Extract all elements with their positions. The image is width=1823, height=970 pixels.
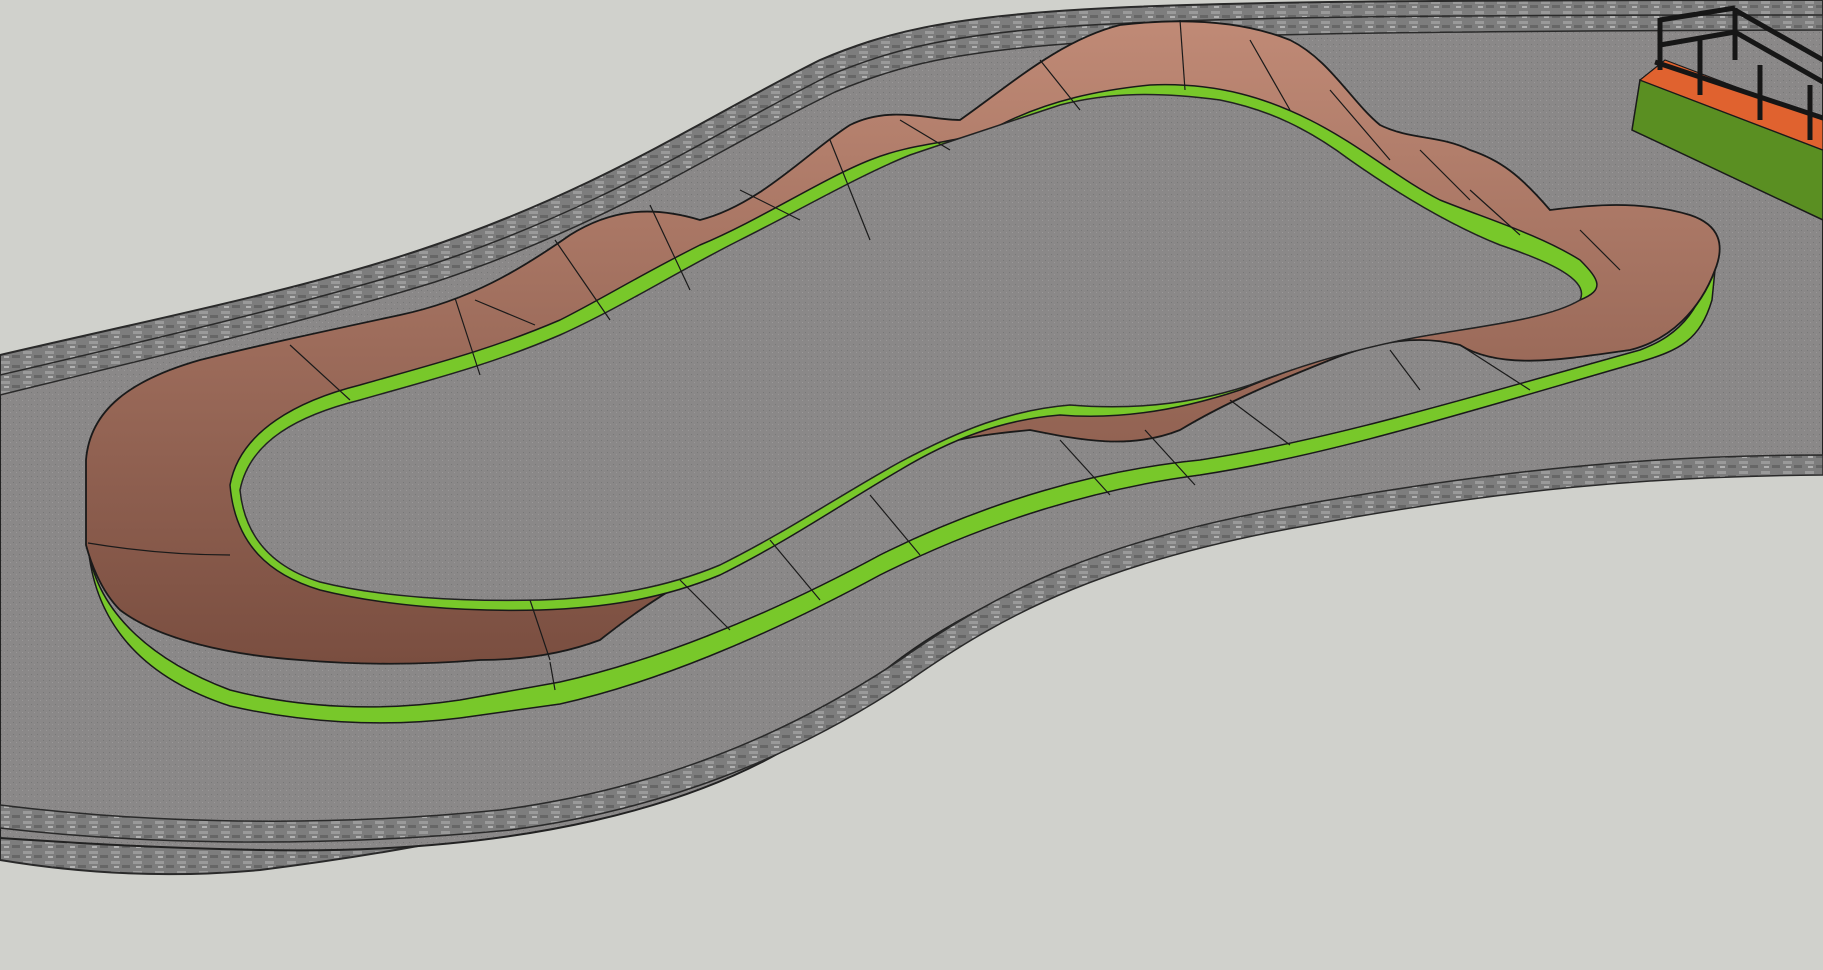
3d-viewport[interactable]: [0, 0, 1823, 970]
pump-track-scene: [0, 0, 1823, 970]
